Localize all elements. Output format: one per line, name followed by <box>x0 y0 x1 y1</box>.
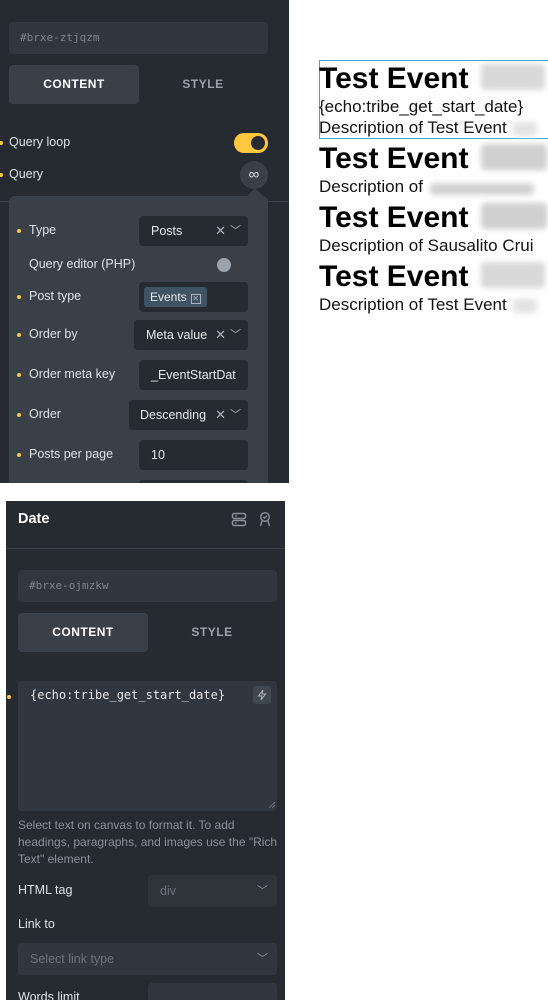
words-limit-label: Words limit <box>18 990 80 1000</box>
clear-icon[interactable]: ✕ <box>215 400 226 430</box>
tab-content[interactable]: CONTENT <box>9 65 139 104</box>
event-title-text: Test Event <box>319 142 469 175</box>
order-by-value: Meta value <box>146 328 208 342</box>
html-tag-select[interactable]: div ﹀ <box>148 875 277 907</box>
order-select[interactable]: Descending ✕ ﹀ <box>129 400 248 430</box>
order-value: Descending <box>140 408 207 422</box>
date-settings-panel: Date #brxe-ojmzkw CONTENT STYLE {echo:tr… <box>6 501 285 1000</box>
post-type-select[interactable]: Events ✕ <box>139 282 248 312</box>
tab-style[interactable]: STYLE <box>138 65 268 104</box>
panel-tabs: CONTENT STYLE <box>18 613 277 652</box>
event-description-text: Description of Test Event <box>319 295 507 314</box>
redacted-text <box>429 183 534 195</box>
query-editor-toggle[interactable] <box>214 255 248 275</box>
post-type-label: Post type <box>29 289 82 303</box>
event-title[interactable]: Test Event <box>319 260 545 294</box>
chevron-down-icon: ﹀ <box>230 409 241 421</box>
toggle-knob <box>217 258 231 272</box>
tab-style[interactable]: STYLE <box>147 613 277 652</box>
chevron-down-icon: ﹀ <box>257 885 268 897</box>
changed-indicator-dot <box>0 141 3 145</box>
help-text: Select text on canvas to format it. To a… <box>18 818 278 866</box>
redacted-text <box>480 203 547 229</box>
event-title[interactable]: Test Event <box>319 142 547 176</box>
query-loop-label: Query loop <box>9 135 71 149</box>
html-tag-value: div <box>160 884 176 898</box>
remove-chip-icon[interactable]: ✕ <box>190 294 201 304</box>
changed-indicator-dot <box>17 333 21 337</box>
changed-indicator-dot <box>17 453 21 457</box>
event-description[interactable]: Description of Sausalito Crui <box>319 236 533 256</box>
conditions-icon[interactable] <box>257 511 273 527</box>
order-label: Order <box>29 407 61 421</box>
order-meta-key-input[interactable]: _EventStartDat <box>139 360 248 390</box>
dynamic-data-icon[interactable] <box>253 686 271 704</box>
changed-indicator-dot <box>7 695 11 699</box>
event-description-text: Description of <box>319 177 423 196</box>
panel-tabs: CONTENT STYLE <box>9 65 268 104</box>
query-editor-label: Query editor (PHP) <box>29 257 136 271</box>
words-limit-input[interactable] <box>148 983 277 1000</box>
text-content-textarea[interactable]: {echo:tribe_get_start_date} <box>18 681 277 811</box>
chevron-down-icon: ﹀ <box>257 953 268 965</box>
event-title[interactable]: Test Event <box>319 62 545 96</box>
link-to-placeholder: Select link type <box>30 952 115 966</box>
divider <box>0 201 9 202</box>
resize-handle-icon[interactable] <box>268 801 276 809</box>
event-title-text: Test Event <box>319 260 469 293</box>
posts-per-page-label: Posts per page <box>29 447 114 461</box>
order-by-label: Order by <box>29 327 78 341</box>
event-title-text: Test Event <box>319 62 469 95</box>
chip-label: Events <box>150 290 187 304</box>
redacted-text <box>480 64 545 90</box>
html-tag-label: HTML tag <box>18 883 73 897</box>
changed-indicator-dot <box>17 413 21 417</box>
type-value: Posts <box>151 224 183 238</box>
changed-indicator-dot <box>17 373 21 377</box>
header-divider <box>6 548 285 549</box>
query-label: Query <box>9 167 44 181</box>
divider <box>268 201 289 202</box>
redacted-text <box>513 299 538 313</box>
order-by-select[interactable]: Meta value ✕ ﹀ <box>134 320 248 350</box>
query-settings-panel: #brxe-ztjqzm CONTENT STYLE Query loop Qu… <box>0 0 289 483</box>
event-title-text: Test Event <box>319 201 469 234</box>
element-classes-icon[interactable] <box>231 511 247 527</box>
popup-arrow <box>247 188 263 196</box>
changed-indicator-dot <box>0 173 3 177</box>
event-date[interactable]: {echo:tribe_get_start_date} <box>319 97 523 117</box>
next-field-input[interactable] <box>139 480 248 483</box>
infinity-icon[interactable]: ∞ <box>240 161 268 189</box>
event-description-text: Description of Test Event <box>319 118 507 137</box>
element-id-field[interactable]: #brxe-ojmzkw <box>18 570 277 602</box>
type-label: Type <box>29 223 57 237</box>
clear-icon[interactable]: ✕ <box>215 216 226 246</box>
event-description[interactable]: Description of Test Event <box>319 118 538 138</box>
toggle-knob <box>251 136 265 150</box>
panel-title: Date <box>18 511 50 527</box>
changed-indicator-dot <box>17 295 21 299</box>
event-title[interactable]: Test Event <box>319 201 547 235</box>
redacted-text <box>480 144 547 170</box>
redacted-text <box>480 262 545 288</box>
posts-per-page-input[interactable]: 10 <box>139 440 248 470</box>
tab-content[interactable]: CONTENT <box>18 613 148 652</box>
clear-icon[interactable]: ✕ <box>215 320 226 350</box>
event-description[interactable]: Description of <box>319 177 534 197</box>
element-id-field[interactable]: #brxe-ztjqzm <box>9 22 268 54</box>
event-description[interactable]: Description of Test Event <box>319 295 538 315</box>
link-to-label: Link to <box>18 917 55 931</box>
changed-indicator-dot <box>17 229 21 233</box>
query-popup: Type Posts ✕ ﹀ Query editor (PHP) Post t… <box>9 196 268 483</box>
query-loop-toggle[interactable] <box>234 133 268 153</box>
post-type-chip: Events ✕ <box>144 287 207 307</box>
chevron-down-icon: ﹀ <box>230 225 241 237</box>
type-select[interactable]: Posts ✕ ﹀ <box>139 216 248 246</box>
order-meta-key-label: Order meta key <box>29 367 116 381</box>
link-to-select[interactable]: Select link type ﹀ <box>18 943 277 975</box>
bolt-icon <box>257 689 267 701</box>
redacted-text <box>513 122 538 136</box>
chevron-down-icon: ﹀ <box>230 329 241 341</box>
